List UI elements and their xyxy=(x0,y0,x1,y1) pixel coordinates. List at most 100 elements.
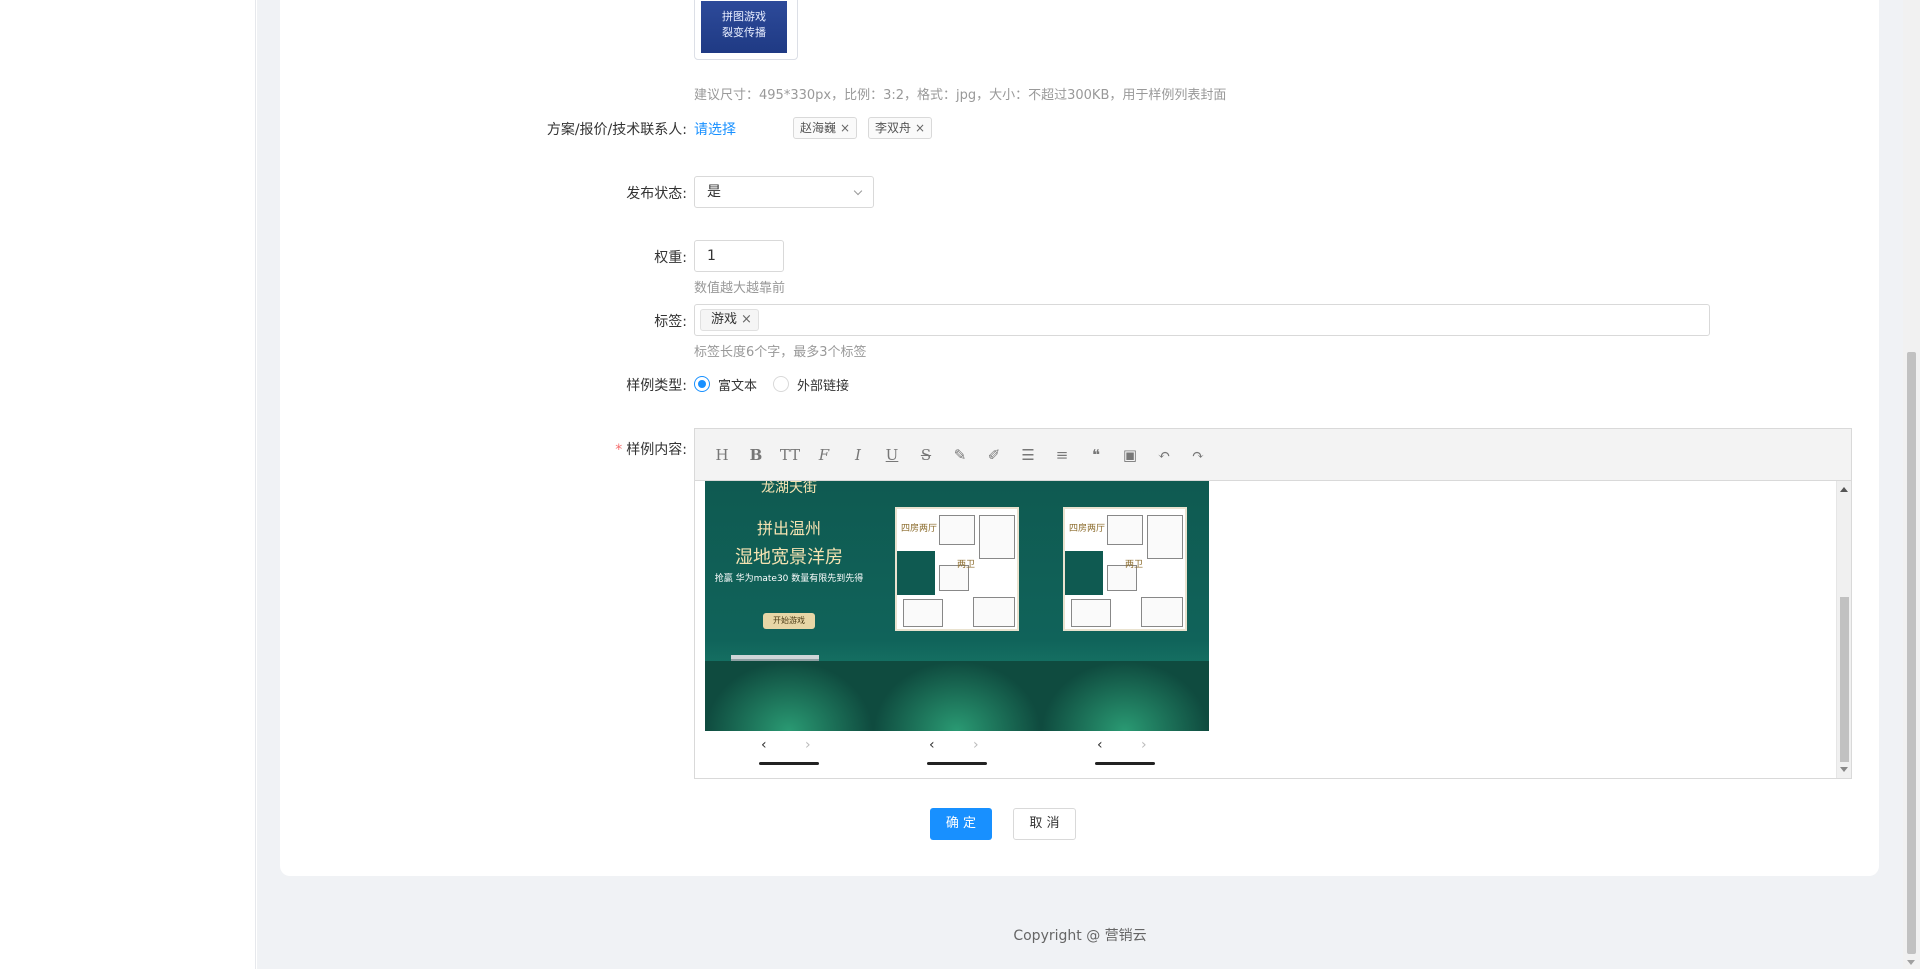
cancel-button[interactable]: 取 消 xyxy=(1013,808,1076,840)
floor-plan-shade xyxy=(1065,551,1103,595)
confirm-button[interactable]: 确 定 xyxy=(930,808,992,840)
tag-chip-label: 游戏 xyxy=(711,312,738,327)
content-image-2: 四房两厅 两卫 ‹ › xyxy=(873,481,1041,769)
floor-plan-room xyxy=(939,515,975,545)
font-family-icon[interactable]: F xyxy=(807,446,841,464)
footer-copyright: Copyright @ 营销云 xyxy=(1013,928,1147,944)
quote-icon[interactable]: ❝ xyxy=(1079,446,1113,464)
plan-label: 四房两厅 xyxy=(1069,524,1106,534)
home-indicator xyxy=(1095,762,1155,765)
content-label-text: 样例内容: xyxy=(626,442,687,458)
image-subtitle: 抢赢 华为mate30 数量有限先到先得 xyxy=(714,574,864,584)
chevron-left-icon: ‹ xyxy=(761,737,767,753)
phone-nav-bar: ‹ › xyxy=(705,731,873,769)
underline-icon[interactable]: U xyxy=(875,446,909,464)
font-size-icon[interactable]: TT xyxy=(773,446,807,464)
editor-toolbar: H B TT F I U S ✎ ✐ ☰ ≡ ❝ ▣ ↶ ↷ xyxy=(695,429,1851,481)
bold-icon[interactable]: B xyxy=(739,446,773,464)
floor-plan-room xyxy=(1147,515,1183,559)
editor-scrollbar[interactable] xyxy=(1836,481,1851,778)
content-label: * 样例内容: xyxy=(387,439,687,459)
image-brand-text: 龙湖天街 xyxy=(761,481,817,496)
phone-nav-bar: ‹ › xyxy=(1041,731,1209,769)
editor-content[interactable]: 龙湖天街 拼出温州 湿地宽景洋房 抢赢 华为mate30 数量有限先到先得 开始… xyxy=(695,481,1852,778)
contact-select-link[interactable]: 请选择 xyxy=(694,119,736,139)
required-mark: * xyxy=(615,442,623,458)
cover-image-preview[interactable]: 拼图游戏 裂变传播 xyxy=(694,0,798,60)
image-icon[interactable]: ▣ xyxy=(1113,446,1147,464)
radio-dot xyxy=(694,376,710,392)
floor-plan-graphic: 四房两厅 两卫 xyxy=(1063,507,1187,631)
left-sidebar-blank xyxy=(0,0,256,969)
remove-chip-icon[interactable]: × xyxy=(915,121,925,135)
weight-hint: 数值越大越靠前 xyxy=(694,281,786,296)
contact-chip-label: 赵海巍 xyxy=(800,121,837,135)
content-image-1: 龙湖天街 拼出温州 湿地宽景洋房 抢赢 华为mate30 数量有限先到先得 开始… xyxy=(705,481,873,769)
radio-external-link[interactable]: 外部链接 xyxy=(773,375,849,394)
undo-icon[interactable]: ↶ xyxy=(1147,446,1181,464)
heading-icon[interactable]: H xyxy=(705,446,739,464)
tags-label: 标签: xyxy=(654,314,687,330)
tag-chip: 游戏 × xyxy=(700,309,759,331)
chevron-left-icon: ‹ xyxy=(1097,737,1103,753)
tags-hint: 标签长度6个字，最多3个标签 xyxy=(694,345,867,360)
forest-graphic xyxy=(873,661,1041,731)
highlight-icon[interactable]: ✎ xyxy=(943,446,977,464)
remove-chip-icon[interactable]: × xyxy=(840,121,850,135)
redo-icon[interactable]: ↷ xyxy=(1181,446,1215,464)
publish-select[interactable]: 是 xyxy=(694,176,874,208)
list-icon[interactable]: ☰ xyxy=(1011,446,1045,464)
plan-label: 两卫 xyxy=(957,560,976,570)
align-icon[interactable]: ≡ xyxy=(1045,446,1079,464)
chevron-right-icon: › xyxy=(805,737,811,753)
cover-hint: 建议尺寸：495*330px，比例：3:2，格式：jpg，大小：不超过300KB… xyxy=(694,88,1227,103)
floor-plan-room xyxy=(1071,599,1111,627)
image-start-button: 开始游戏 xyxy=(763,613,815,629)
rich-text-editor: H B TT F I U S ✎ ✐ ☰ ≡ ❝ ▣ ↶ ↷ 龙湖天街 拼出温州… xyxy=(694,428,1852,779)
floor-plan-room xyxy=(979,515,1015,559)
plan-label: 四房两厅 xyxy=(901,524,938,534)
chevron-left-icon: ‹ xyxy=(929,737,935,753)
editor-scroll-thumb[interactable] xyxy=(1840,597,1849,762)
home-indicator xyxy=(927,762,987,765)
content-image-3: 四房两厅 两卫 ‹ › xyxy=(1041,481,1209,769)
floor-plan-room xyxy=(1141,597,1183,627)
tags-input[interactable]: 游戏 × xyxy=(694,304,1710,336)
publish-select-value: 是 xyxy=(707,184,721,200)
strikethrough-icon[interactable]: S xyxy=(909,446,943,464)
phone-nav-bar: ‹ › xyxy=(873,731,1041,769)
floor-plan-shade xyxy=(897,551,935,595)
brush-icon[interactable]: ✐ xyxy=(977,446,1011,464)
plan-label: 两卫 xyxy=(1125,560,1144,570)
home-indicator xyxy=(759,762,819,765)
scroll-down-icon[interactable] xyxy=(1840,767,1848,772)
contact-chip-2: 李双舟 × xyxy=(868,117,933,139)
contact-label: 方案/报价/技术联系人: xyxy=(546,122,687,138)
page-scroll-thumb[interactable] xyxy=(1907,352,1916,954)
cover-image: 拼图游戏 裂变传播 xyxy=(701,1,787,53)
radio-label: 外部链接 xyxy=(797,378,850,394)
type-radio-group: 富文本 外部链接 xyxy=(694,374,865,394)
forest-graphic xyxy=(1041,661,1209,731)
forest-graphic xyxy=(705,661,873,731)
image-title-line2: 湿地宽景洋房 xyxy=(735,547,843,568)
contact-chip-1: 赵海巍 × xyxy=(793,117,858,139)
type-label: 样例类型: xyxy=(626,378,687,394)
remove-tag-icon[interactable]: × xyxy=(741,312,752,327)
radio-label: 富文本 xyxy=(718,378,758,394)
weight-label: 权重: xyxy=(654,250,687,266)
weight-input[interactable]: 1 xyxy=(694,240,784,272)
page-scrollbar[interactable] xyxy=(1903,0,1920,969)
floor-plan-room xyxy=(973,597,1015,627)
floor-plan-graphic: 四房两厅 两卫 xyxy=(895,507,1019,631)
radio-dot xyxy=(773,376,790,392)
contact-chip-label: 李双舟 xyxy=(875,121,912,135)
scroll-up-icon[interactable] xyxy=(1840,487,1848,492)
chevron-right-icon: › xyxy=(1141,737,1147,753)
floor-plan-room xyxy=(1107,515,1143,545)
italic-icon[interactable]: I xyxy=(841,446,875,464)
image-title-line1: 拼出温州 xyxy=(756,519,821,538)
scroll-down-icon[interactable] xyxy=(1907,960,1915,965)
radio-rich-text[interactable]: 富文本 xyxy=(694,375,757,394)
chevron-right-icon: › xyxy=(973,737,979,753)
